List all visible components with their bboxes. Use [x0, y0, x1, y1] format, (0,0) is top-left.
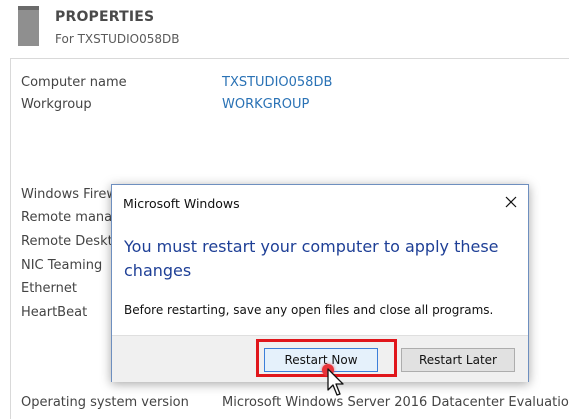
os-version-value: Microsoft Windows Server 2016 Datacenter… [222, 395, 569, 410]
mouse-pointer-icon [327, 368, 344, 396]
properties-header: PROPERTIES For TXSTUDIO058DB [0, 0, 569, 52]
dialog-message: Before restarting, save any open files a… [124, 303, 494, 317]
ethernet-label: Ethernet [21, 281, 77, 296]
dialog-heading: You must restart your computer to apply … [124, 237, 499, 280]
workgroup-label: Workgroup [21, 97, 92, 112]
remote-desktop-label: Remote Desktop [21, 234, 111, 249]
properties-title: PROPERTIES [55, 9, 155, 25]
windows-firewall-label: Windows Firewall [21, 187, 111, 202]
heartbeat-label: HeartBeat [21, 305, 88, 320]
dialog-title: Microsoft Windows [123, 196, 240, 211]
remote-management-label: Remote management [21, 210, 111, 225]
nic-teaming-label: NIC Teaming [21, 258, 103, 273]
restart-later-button[interactable]: Restart Later [401, 348, 515, 372]
properties-subtitle: For TXSTUDIO058DB [55, 32, 180, 46]
computer-name-link[interactable]: TXSTUDIO058DB [222, 75, 332, 90]
server-icon [18, 6, 39, 46]
workgroup-link[interactable]: WORKGROUP [222, 97, 309, 112]
computer-name-label: Computer name [21, 75, 127, 90]
close-icon[interactable] [502, 193, 520, 211]
os-version-label: Operating system version [21, 395, 189, 410]
server-manager-properties: PROPERTIES For TXSTUDIO058DB Computer na… [0, 0, 569, 419]
